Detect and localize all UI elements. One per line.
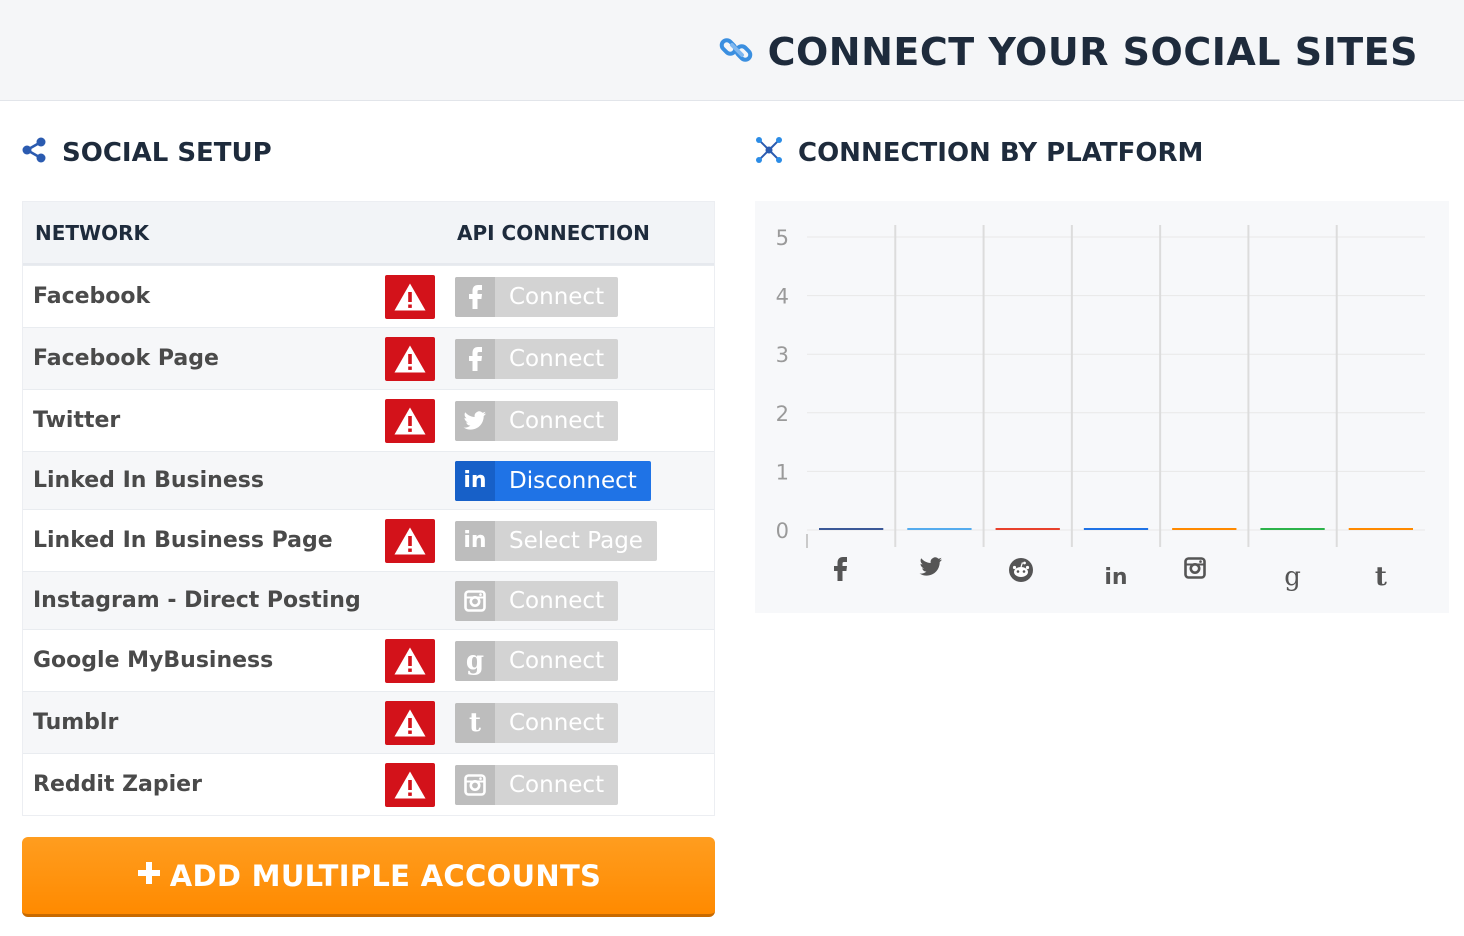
y-tick-label: 0 — [776, 519, 789, 543]
x-tick-google-icon: g — [1284, 564, 1301, 590]
network-icon — [754, 135, 784, 172]
y-tick-label: 3 — [776, 343, 789, 367]
twitter-icon — [455, 400, 495, 441]
connection-chart-svg: 0 1 2 3 4 5 in g t — [776, 225, 1425, 590]
share-icon — [20, 136, 48, 171]
network-name-facebook-page: Facebook Page — [33, 346, 219, 371]
network-name-tumblr: Tumblr — [33, 710, 119, 735]
disconnect-button-linked-in-business[interactable]: in Disconnect — [455, 460, 651, 501]
button-label: Connect — [509, 647, 605, 674]
y-tick-label: 4 — [776, 285, 789, 309]
x-tick-reddit-icon — [1008, 558, 1033, 582]
table-body: Facebook Connect Facebook Page Connect Twitt… — [23, 265, 714, 815]
add-multiple-accounts-label: ADD MULTIPLE ACCOUNTS — [169, 858, 602, 893]
x-tick-instagram-icon — [1184, 557, 1207, 579]
button-label: Connect — [509, 345, 605, 372]
social-setup-title: SOCIAL SETUP — [62, 138, 272, 168]
connection-chart: 0 1 2 3 4 5 in g t — [755, 201, 1449, 613]
facebook-icon — [455, 276, 495, 317]
plus-icon — [136, 859, 162, 893]
warning-icon[interactable] — [385, 762, 435, 807]
button-label: Connect — [509, 709, 605, 736]
x-tick-facebook-icon — [834, 557, 848, 581]
warning-icon[interactable] — [385, 274, 435, 319]
table-row: Google MyBusiness g Connect — [23, 629, 714, 691]
table-row: Instagram - Direct Posting Connect — [23, 571, 714, 629]
network-name-google-mybusiness: Google MyBusiness — [33, 648, 274, 673]
column-header-network: NETWORK — [35, 220, 150, 245]
connect-button-tumblr[interactable]: t Connect — [455, 702, 619, 743]
connection-chart-heading: CONNECTION BY PLATFORM — [754, 133, 1203, 173]
table-row: Reddit Zapier Connect — [23, 753, 714, 815]
button-label: Select Page — [509, 527, 643, 554]
social-network-table: NETWORK API CONNECTION Facebook Connect Fa… — [22, 201, 715, 816]
warning-icon[interactable] — [385, 700, 435, 745]
button-label: Connect — [509, 407, 605, 434]
table-row: Linked In Business Page in Select Page — [23, 509, 714, 571]
button-label: Connect — [509, 283, 605, 310]
button-label: Disconnect — [509, 467, 637, 494]
y-tick-label: 2 — [776, 402, 789, 426]
select-page-button-linked-in-business-page[interactable]: in Select Page — [455, 520, 657, 561]
connect-button-facebook[interactable]: Connect — [455, 276, 619, 317]
network-name-twitter: Twitter — [33, 408, 121, 433]
facebook-icon — [455, 338, 495, 379]
bar-google — [1260, 528, 1325, 530]
y-tick-label: 1 — [776, 460, 789, 484]
linkedin-icon: in — [455, 460, 495, 501]
google-icon: g — [455, 640, 495, 681]
network-name-facebook: Facebook — [33, 284, 151, 309]
network-name-instagram-direct-posting: Instagram - Direct Posting — [33, 588, 361, 613]
table-row: Facebook Page Connect — [23, 327, 714, 389]
table-header: NETWORK API CONNECTION — [23, 202, 714, 265]
y-tick-label: 5 — [776, 226, 789, 250]
bar-reddit — [995, 528, 1060, 530]
network-name-linked-in-business-page: Linked In Business Page — [33, 528, 333, 553]
page-title: CONNECT YOUR SOCIAL SITES — [767, 30, 1418, 74]
connect-button-reddit-zapier[interactable]: Connect — [455, 764, 619, 805]
social-setup-heading: SOCIAL SETUP — [20, 133, 272, 173]
x-tick-linkedin-icon: in — [1104, 565, 1127, 590]
network-name-reddit-zapier: Reddit Zapier — [33, 772, 202, 797]
bar-linkedin — [1083, 528, 1149, 530]
connection-chart-title: CONNECTION BY PLATFORM — [798, 138, 1204, 168]
button-label: Connect — [509, 587, 605, 614]
page-title-wrap: CONNECT YOUR SOCIAL SITES — [718, 26, 1418, 78]
bar-twitter — [907, 528, 972, 530]
connect-button-google-mybusiness[interactable]: g Connect — [455, 640, 619, 681]
bar-tumblr — [1348, 528, 1413, 530]
x-tick-tumblr-icon: t — [1375, 564, 1387, 590]
add-multiple-accounts-button[interactable]: ADD MULTIPLE ACCOUNTS — [22, 837, 715, 917]
top-bar: CONNECT YOUR SOCIAL SITES — [0, 0, 1464, 101]
x-tick-twitter-icon — [919, 557, 943, 576]
bar-instagram — [1172, 528, 1237, 530]
linkedin-icon: in — [455, 520, 495, 561]
warning-icon[interactable] — [385, 638, 435, 683]
table-row: Facebook Connect — [23, 265, 714, 327]
column-header-api-connection: API CONNECTION — [457, 220, 650, 245]
link-icon — [718, 31, 756, 74]
table-row: Linked In Business in Disconnect — [23, 451, 714, 509]
button-label: Connect — [509, 771, 605, 798]
bar-facebook — [819, 528, 884, 530]
warning-icon[interactable] — [385, 398, 435, 443]
table-row: Tumblr t Connect — [23, 691, 714, 753]
warning-icon[interactable] — [385, 336, 435, 381]
connect-button-twitter[interactable]: Connect — [455, 400, 619, 441]
network-name-linked-in-business: Linked In Business — [33, 468, 264, 493]
table-row: Twitter Connect — [23, 389, 714, 451]
connect-button-instagram-direct-posting[interactable]: Connect — [455, 580, 619, 621]
warning-icon[interactable] — [385, 518, 435, 563]
instagram-icon — [455, 764, 495, 805]
tumblr-icon: t — [455, 702, 495, 743]
connect-button-facebook-page[interactable]: Connect — [455, 338, 619, 379]
instagram-icon — [455, 580, 495, 621]
